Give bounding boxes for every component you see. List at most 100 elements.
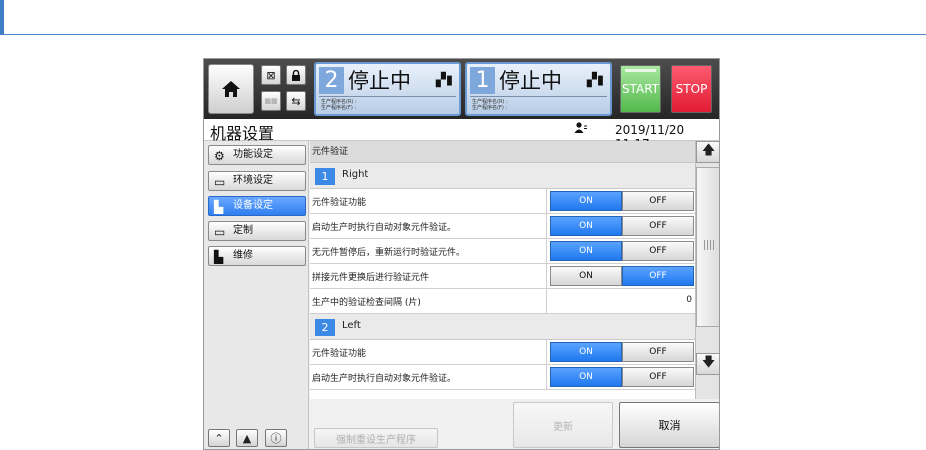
setting-label: 元件验证功能: [312, 349, 367, 359]
off-toggle[interactable]: OFF: [622, 216, 694, 236]
group-name: Left: [342, 320, 361, 331]
setting-row: 拼接元件更换后进行验证元件 ON OFF: [310, 264, 695, 289]
sidebar-item-label: 环境设定: [233, 175, 273, 186]
lane-2-status-panel[interactable]: 2 停止中 ▞▮ 生产程序名(R) : 生产程序名(F) :: [314, 62, 461, 116]
scroll-thumb[interactable]: [696, 167, 719, 327]
machine-screen: ⊠ ▦▦ ⇆ 2 停止中 ▞▮ 生产程序名(R) : 生产程序名(F) : 1 …: [203, 58, 720, 450]
setting-row: 元件验证功能 ON OFF: [310, 189, 695, 214]
info-button[interactable]: ⓘ: [265, 429, 287, 447]
transfer-button[interactable]: ⇆: [286, 91, 306, 111]
manual-mode-button[interactable]: ⊠: [261, 65, 281, 85]
lane-program-f: 生产程序名(F) :: [321, 105, 357, 111]
row-divider: [546, 340, 547, 364]
home-button[interactable]: [208, 64, 254, 114]
on-toggle[interactable]: ON: [550, 241, 622, 261]
lane-program-icon: ▞▮: [435, 73, 453, 88]
on-toggle[interactable]: ON: [550, 191, 622, 211]
home-icon: [222, 81, 240, 97]
footer-bar: 强制重设生产程序 更新 取消: [310, 399, 719, 449]
sidebar-item-label: 定制: [233, 225, 253, 236]
sidebar-item-function-settings[interactable]: ⚙ 功能设定: [208, 145, 306, 165]
monitor-icon: ▭: [214, 175, 226, 189]
lane-program-icon: ▞▮: [586, 73, 604, 88]
sidebar-item-environment-settings[interactable]: ▭ 环境设定: [208, 171, 306, 191]
on-toggle[interactable]: ON: [550, 367, 622, 387]
setting-row: 启动生产时执行自动对象元件验证。 ON OFF: [310, 365, 695, 390]
group-name: Right: [342, 169, 369, 180]
stop-button[interactable]: STOP: [671, 65, 712, 113]
info-icon: ⓘ: [270, 432, 282, 445]
force-reset-program-button[interactable]: 强制重设生产程序: [314, 428, 438, 448]
scroll-down-button[interactable]: 🡇: [696, 353, 719, 375]
user-icon[interactable]: [574, 122, 588, 137]
grip-icon: [704, 240, 715, 250]
off-toggle[interactable]: OFF: [622, 191, 694, 211]
header-bar: ⊠ ▦▦ ⇆ 2 停止中 ▞▮ 生产程序名(R) : 生产程序名(F) : 1 …: [204, 59, 719, 119]
row-divider: [546, 189, 547, 213]
arrow-up-icon: 🡅: [701, 143, 716, 158]
off-toggle[interactable]: OFF: [622, 367, 694, 387]
warning-icon: ▲: [242, 431, 252, 445]
lock-icon: [292, 69, 300, 81]
row-divider: [546, 214, 547, 238]
row-divider: [546, 264, 547, 288]
row-divider: [546, 239, 547, 263]
cancel-button[interactable]: 取消: [619, 402, 719, 448]
on-toggle[interactable]: ON: [550, 216, 622, 236]
gears-icon: ⚙: [214, 149, 225, 163]
sidebar-item-label: 功能设定: [233, 149, 273, 160]
on-toggle[interactable]: ON: [550, 342, 622, 362]
group-header-right: 1 Right: [310, 163, 695, 189]
off-toggle[interactable]: OFF: [622, 342, 694, 362]
double-chevron-up-icon: ⌃: [214, 431, 224, 445]
collapse-button[interactable]: ⌃: [208, 429, 230, 447]
scrollbar[interactable]: 🡅 🡇: [695, 141, 719, 399]
sidebar-item-label: 维修: [233, 250, 253, 261]
warning-button[interactable]: ▲: [236, 429, 258, 447]
refresh-button[interactable]: 更新: [513, 402, 613, 448]
top-strip-accent: [0, 0, 4, 35]
maintenance-icon: ▙: [214, 250, 224, 264]
setting-label: 生产中的验证检查间隔 (片): [312, 298, 421, 308]
sidebar-item-maintenance[interactable]: ▙ 维修: [208, 246, 306, 266]
lane-divider: [319, 96, 456, 97]
scroll-up-button[interactable]: 🡅: [696, 141, 719, 163]
lane-1-status-panel[interactable]: 1 停止中 ▞▮ 生产程序名(R) : 生产程序名(F) :: [465, 62, 612, 116]
lock-button[interactable]: [286, 65, 306, 85]
app-top-strip: [0, 0, 926, 35]
customize-icon: ▭: [214, 225, 226, 239]
grid-status-button[interactable]: ▦▦: [261, 91, 281, 111]
sidebar-item-device-settings[interactable]: ▙ 设备设定: [208, 196, 306, 216]
sidebar-item-customize[interactable]: ▭ 定制: [208, 221, 306, 241]
lane-status: 停止中: [499, 69, 562, 93]
off-toggle[interactable]: OFF: [622, 241, 694, 261]
lane-number: 2: [319, 67, 344, 94]
row-divider: [546, 365, 547, 389]
setting-label: 拼接元件更换后进行验证元件: [312, 273, 430, 283]
setting-row: 元件验证功能 ON OFF: [310, 340, 695, 365]
group-header-left: 2 Left: [310, 314, 695, 340]
device-settings-icon: ▙: [214, 200, 224, 214]
on-toggle[interactable]: ON: [550, 266, 622, 286]
title-row: 机器设置 2019/11/20 11:17: [204, 119, 719, 151]
manual-mode-icon: ⊠: [266, 68, 276, 82]
setting-label: 启动生产时执行自动对象元件验证。: [312, 223, 457, 233]
transfer-icon: ⇆: [291, 94, 301, 108]
row-divider: [546, 289, 547, 313]
settings-list: 元件验证 1 Right 元件验证功能 ON OFF 启动生产时执行自动对象元件…: [310, 141, 695, 399]
lane-status: 停止中: [348, 69, 411, 93]
lane-divider: [470, 96, 607, 97]
start-button[interactable]: START: [620, 65, 661, 113]
interval-value-field[interactable]: 0: [686, 295, 692, 305]
setting-label: 无元件暂停后，重新运行时验证元件。: [312, 248, 466, 258]
arrow-down-icon: 🡇: [701, 355, 716, 370]
off-toggle[interactable]: OFF: [622, 266, 694, 286]
lane-program-f: 生产程序名(F) :: [472, 105, 508, 111]
group-number-badge: 2: [315, 319, 335, 336]
lane-number: 1: [470, 67, 495, 94]
setting-row: 启动生产时执行自动对象元件验证。 ON OFF: [310, 214, 695, 239]
setting-row: 生产中的验证检查间隔 (片) 0: [310, 289, 695, 314]
grid-status-icon: ▦▦: [264, 97, 278, 105]
setting-row: 无元件暂停后，重新运行时验证元件。 ON OFF: [310, 239, 695, 264]
setting-label: 元件验证功能: [312, 198, 367, 208]
